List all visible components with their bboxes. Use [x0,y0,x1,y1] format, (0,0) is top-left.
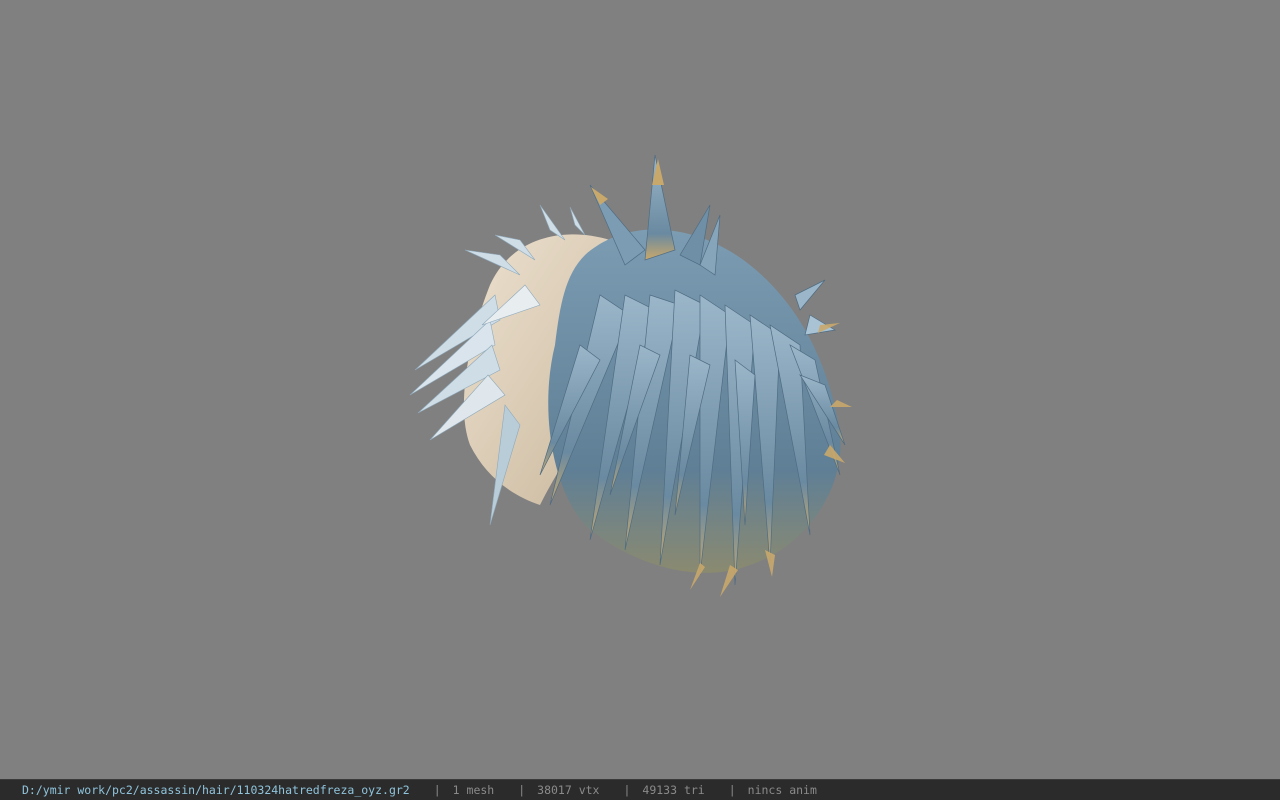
file-path-label: D:/ymir work/pc2/assassin/hair/110324hat… [22,783,410,797]
separator: | [433,783,441,797]
separator: | [623,783,631,797]
triangle-count-label: 49133 tri [642,783,705,797]
separator: | [518,783,526,797]
hair-model-render[interactable] [400,145,860,610]
vertex-count-label: 38017 vtx [537,783,600,797]
anim-status-label: nincs anim [747,783,817,797]
separator: | [728,783,736,797]
3d-viewport[interactable] [0,0,1280,779]
mesh-count-label: 1 mesh [452,783,495,797]
status-bar: D:/ymir work/pc2/assassin/hair/110324hat… [0,779,1280,800]
